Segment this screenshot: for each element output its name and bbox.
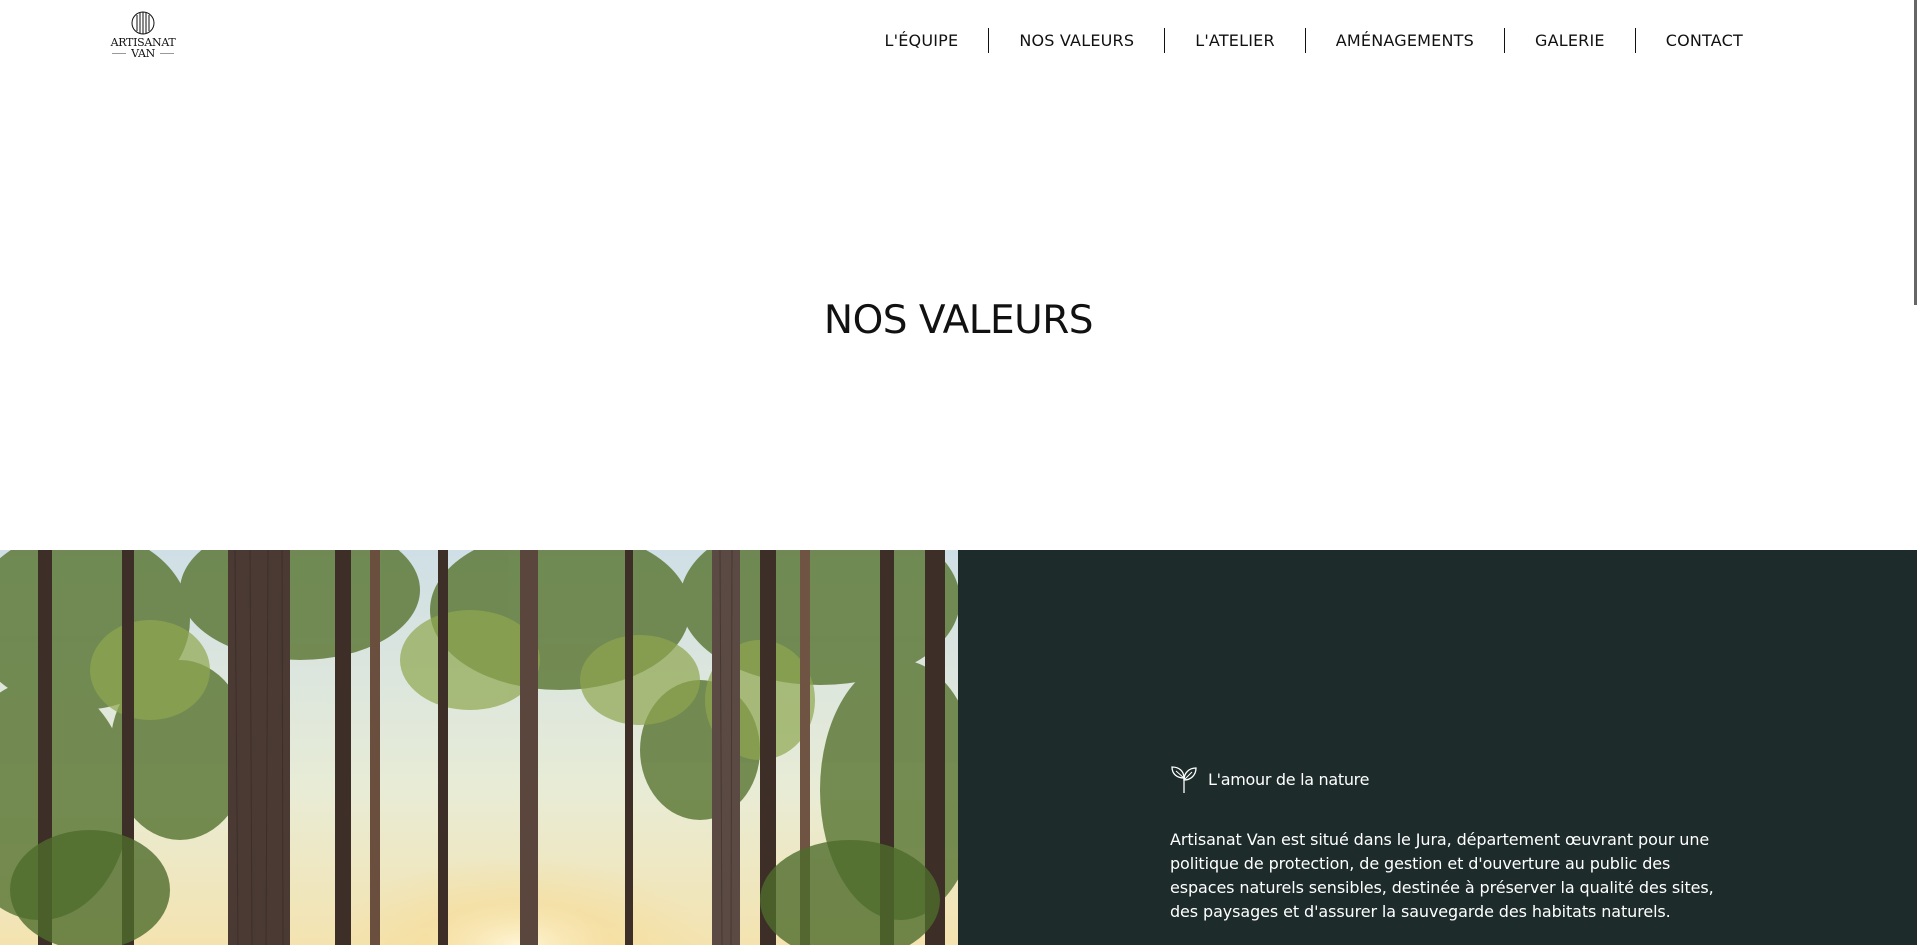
nav-item-galerie[interactable]: GALERIE — [1505, 28, 1635, 53]
nav-item-contact[interactable]: CONTACT — [1636, 28, 1773, 53]
value-title: L'amour de la nature — [1208, 769, 1370, 789]
value-panel: L'amour de la nature Artisanat Van est s… — [958, 550, 1917, 945]
page-title: NOS VALEURS — [823, 298, 1094, 343]
nav-item-equipe[interactable]: L'ÉQUIPE — [855, 28, 989, 53]
site-header: ARTISANAT VAN L'ÉQUIPE NOS VALEURS L'ATE… — [0, 0, 1917, 80]
nav-item-atelier[interactable]: L'ATELIER — [1165, 28, 1305, 53]
site-logo[interactable]: ARTISANAT VAN — [110, 11, 176, 65]
logo-subword: VAN — [110, 48, 176, 59]
sprout-icon — [1171, 766, 1197, 793]
nav-item-nos-valeurs[interactable]: NOS VALEURS — [989, 28, 1164, 53]
logo-emblem-icon — [131, 11, 155, 35]
nav-item-amenagements[interactable]: AMÉNAGEMENTS — [1306, 28, 1504, 53]
value-description: Artisanat Van est situé dans le Jura, dé… — [1170, 830, 1714, 921]
forest-image — [0, 550, 958, 945]
value-heading: L'amour de la nature — [1170, 764, 1369, 794]
forest-photo — [0, 550, 958, 945]
main-nav: L'ÉQUIPE NOS VALEURS L'ATELIER AMÉNAGEME… — [855, 28, 1773, 53]
